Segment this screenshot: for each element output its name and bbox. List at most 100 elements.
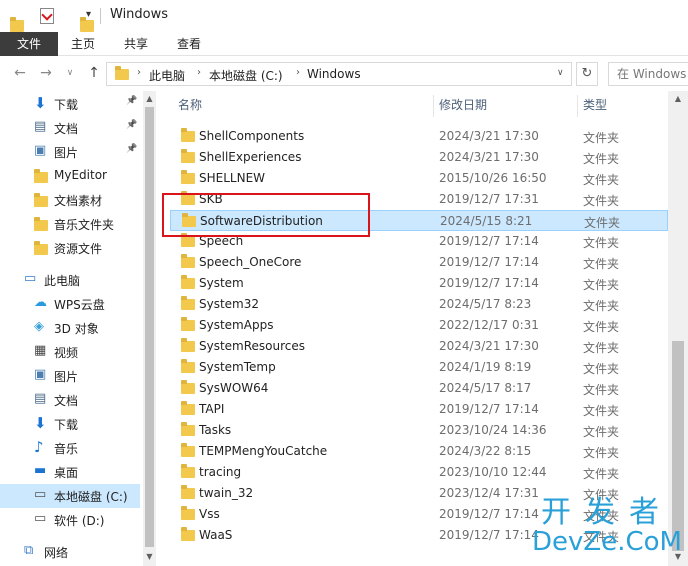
scroll-up-icon[interactable]: ▲ [143, 94, 156, 103]
folder-icon [181, 254, 195, 268]
folder-icon [181, 275, 195, 289]
folder-icon [181, 506, 195, 520]
breadcrumb-windows[interactable]: Windows [307, 67, 361, 81]
sidebar-item[interactable]: ▣ 图片 [0, 364, 140, 388]
table-row[interactable]: TEMPMengYouCatche 2024/3/22 8:15 文件夹 [170, 441, 668, 462]
sidebar-item[interactable]: ▭ 本地磁盘 (C:) [0, 484, 140, 508]
sidebar-item[interactable]: ▣ 图片 📌 [0, 140, 140, 164]
sidebar-item-label: 此电脑 [44, 274, 81, 288]
pin-icon: 📌 [126, 120, 138, 130]
table-row[interactable]: TAPI 2019/12/7 17:14 文件夹 [170, 399, 668, 420]
folder-icon [115, 66, 129, 80]
cell-type: 文件夹 [583, 236, 620, 250]
refresh-button[interactable]: ↻ [576, 62, 598, 86]
table-row[interactable]: tracing 2023/10/10 12:44 文件夹 [170, 462, 668, 483]
cell-type: 文件夹 [583, 173, 620, 187]
drive-icon: ▭ [34, 511, 47, 526]
sidebar-item[interactable]: ☁ WPS云盘 [0, 292, 140, 316]
sidebar-item[interactable]: ⧉ 网络 [0, 540, 140, 564]
scrollbar-thumb[interactable] [145, 107, 154, 547]
picture-icon: ▣ [34, 367, 47, 382]
sidebar-item[interactable]: MyEditor [0, 164, 140, 188]
sidebar-item[interactable]: 资源文件 [0, 236, 140, 260]
table-row[interactable]: System32 2024/5/17 8:23 文件夹 [170, 294, 668, 315]
cell-date: 2024/3/21 17:30 [439, 339, 539, 353]
sidebar-item[interactable]: ◈ 3D 对象 [0, 316, 140, 340]
table-row[interactable]: SystemResources 2024/3/21 17:30 文件夹 [170, 336, 668, 357]
sidebar-item-label: 网络 [44, 546, 69, 560]
sidebar-item[interactable]: ▦ 视频 [0, 340, 140, 364]
sidebar-item[interactable]: ▭ 软件 (D:) [0, 508, 140, 532]
column-divider[interactable] [433, 95, 434, 117]
cell-date: 2024/1/19 8:19 [439, 360, 532, 374]
search-input[interactable]: 在 Windows 中搜索 [608, 62, 688, 86]
cell-date: 2024/5/15 8:21 [440, 214, 533, 228]
cell-date: 2023/10/24 14:36 [439, 423, 547, 437]
scroll-down-icon[interactable]: ▼ [143, 552, 156, 561]
document-icon: ▤ [34, 391, 47, 406]
cell-date: 2023/12/4 17:31 [439, 486, 539, 500]
breadcrumb-local-disk[interactable]: 本地磁盘 (C:) [209, 67, 283, 84]
cell-name: System32 [199, 297, 260, 311]
watermark: 开发者 DevZe.CoM [532, 498, 682, 557]
table-row[interactable]: Speech_OneCore 2019/12/7 17:14 文件夹 [170, 252, 668, 273]
table-row[interactable]: SystemTemp 2024/1/19 8:19 文件夹 [170, 357, 668, 378]
scroll-up-icon[interactable]: ▲ [668, 94, 688, 103]
column-divider[interactable] [577, 95, 578, 117]
cell-type: 文件夹 [584, 216, 621, 230]
sidebar-item[interactable]: ▭ 此电脑 [0, 268, 140, 292]
tab-home[interactable]: 主页 [58, 32, 108, 56]
new-folder-icon[interactable] [80, 17, 94, 32]
column-header-date[interactable]: 修改日期 [439, 91, 487, 119]
folder-icon [181, 296, 195, 310]
chevron-right-icon[interactable]: › [137, 67, 141, 78]
tab-share[interactable]: 共享 [110, 32, 162, 56]
cell-type: 文件夹 [583, 362, 620, 376]
breadcrumb-this-pc[interactable]: 此电脑 [149, 67, 185, 84]
column-header-name[interactable]: 名称 [178, 91, 202, 119]
folder-icon [181, 443, 195, 457]
table-row[interactable]: ShellComponents 2024/3/21 17:30 文件夹 [170, 126, 668, 147]
table-row[interactable]: ShellExperiences 2024/3/21 17:30 文件夹 [170, 147, 668, 168]
column-header-type[interactable]: 类型 [583, 91, 607, 119]
chevron-down-icon[interactable]: ∨ [557, 68, 564, 78]
cell-name: Tasks [199, 423, 232, 437]
recent-locations-icon[interactable]: ∨ [60, 68, 80, 78]
table-row[interactable]: SysWOW64 2024/5/17 8:17 文件夹 [170, 378, 668, 399]
sidebar-item[interactable]: ♪ 音乐 [0, 436, 140, 460]
customize-qat-icon[interactable]: ▾ [86, 9, 91, 20]
cell-name: SystemApps [199, 318, 274, 332]
cell-type: 文件夹 [583, 131, 620, 145]
table-row[interactable]: Tasks 2023/10/24 14:36 文件夹 [170, 420, 668, 441]
chevron-right-icon[interactable]: › [296, 67, 300, 78]
sidebar-item[interactable]: 文档素材 [0, 188, 140, 212]
watermark-line2: DevZe.CoM [532, 527, 682, 557]
tab-view[interactable]: 查看 [163, 32, 215, 56]
3d-objects-icon: ◈ [34, 319, 44, 334]
cell-type: 文件夹 [583, 299, 620, 313]
tab-file[interactable]: 文件 [0, 32, 58, 56]
pin-icon: 📌 [126, 144, 138, 154]
table-row[interactable]: SHELLNEW 2015/10/26 16:50 文件夹 [170, 168, 668, 189]
navigation-pane: ⬇ 下载 📌 ▤ 文档 📌 ▣ 图片 📌 MyEditor 文档素材 音乐文件夹 资源文件 ▭ 此电脑 ☁ WP… [0, 91, 143, 566]
sidebar-item[interactable]: ▤ 文档 📌 [0, 116, 140, 140]
properties-icon[interactable] [40, 8, 54, 24]
sidebar-item-label: 图片 [54, 146, 79, 160]
sidebar-item[interactable]: ▤ 文档 [0, 388, 140, 412]
table-row[interactable]: System 2019/12/7 17:14 文件夹 [170, 273, 668, 294]
sidebar-item[interactable]: ⬇ 下载 📌 [0, 92, 140, 116]
folder-icon [181, 170, 195, 184]
drive-icon: ▭ [34, 487, 47, 502]
chevron-right-icon[interactable]: › [197, 67, 201, 78]
sidebar-item[interactable]: ▬ 桌面 [0, 460, 140, 484]
sidebar-item[interactable]: 音乐文件夹 [0, 212, 140, 236]
nav-scrollbar[interactable]: ▲ ▼ [143, 91, 156, 566]
sidebar-item[interactable]: ⬇ 下载 [0, 412, 140, 436]
back-arrow-icon[interactable]: ← [10, 65, 30, 81]
document-icon: ▤ [34, 119, 47, 134]
annotation-highlight-box [162, 193, 370, 237]
address-bar[interactable]: › 此电脑 › 本地磁盘 (C:) › Windows ∨ [106, 62, 572, 86]
table-row[interactable]: SystemApps 2022/12/17 0:31 文件夹 [170, 315, 668, 336]
forward-arrow-icon[interactable]: → [36, 65, 56, 81]
up-arrow-icon[interactable]: ↑ [84, 65, 104, 81]
